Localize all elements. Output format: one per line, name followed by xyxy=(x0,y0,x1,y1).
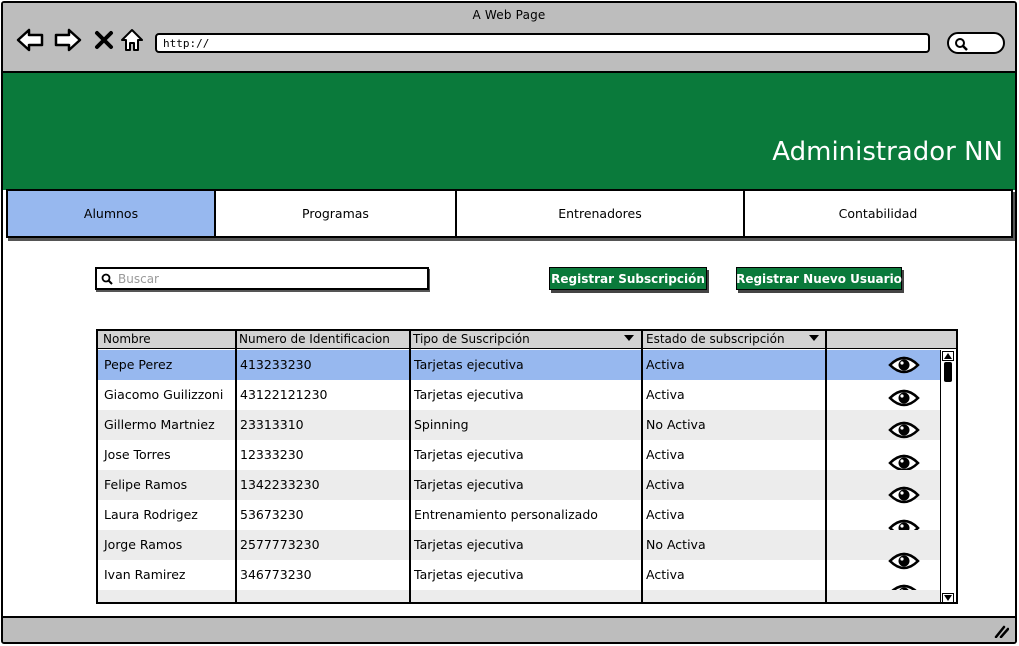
cell-id: 346773230 xyxy=(240,567,312,582)
column-header-id[interactable]: Numero de Identificacion xyxy=(235,331,394,349)
cell-estado: Activa xyxy=(646,387,685,402)
app-header: Administrador NN xyxy=(3,73,1015,190)
tab-programas[interactable]: Programas xyxy=(216,191,457,236)
cell-id: 23313310 xyxy=(240,417,304,432)
scroll-down-icon[interactable] xyxy=(942,593,954,602)
cell-tipo: Tarjetas ejecutiva xyxy=(414,387,524,402)
cell-id: 43122121230 xyxy=(240,387,328,402)
search-icon xyxy=(101,273,113,285)
table-header: Nombre Numero de Identificacion Tipo de … xyxy=(98,331,956,349)
cell-tipo: Tarjetas ejecutiva xyxy=(414,537,524,552)
cell-nombre: Pepe Perez xyxy=(104,357,173,372)
column-divider xyxy=(409,331,411,602)
cell-tipo: Tarjetas ejecutiva xyxy=(414,357,524,372)
tab-alumnos[interactable]: Alumnos xyxy=(8,191,216,236)
table-row[interactable]: Jorge Ramos 2577773230 Tarjetas ejecutiva N… xyxy=(98,530,941,570)
cell-tipo: Tarjetas ejecutiva xyxy=(414,477,524,492)
table-row[interactable]: Giacomo Guilizzoni 43122121230 Tarjetas ej… xyxy=(98,380,941,410)
home-icon[interactable] xyxy=(117,25,147,55)
sort-arrow-icon[interactable] xyxy=(809,335,819,341)
students-table: Nombre Numero de Identificacion Tipo de … xyxy=(96,329,958,604)
cell-estado: Activa xyxy=(646,357,685,372)
eye-icon[interactable] xyxy=(888,354,920,376)
cell-estado: No Activa xyxy=(646,537,706,552)
cell-id: 1342233230 xyxy=(240,477,320,492)
table-row[interactable] xyxy=(98,590,941,602)
tab-contabilidad[interactable]: Contabilidad xyxy=(745,191,1011,236)
sort-arrow-icon[interactable] xyxy=(624,335,634,341)
cell-nombre: Felipe Ramos xyxy=(104,477,188,492)
scroll-up-icon[interactable] xyxy=(942,351,954,361)
column-header-estado[interactable]: Estado de subscripción xyxy=(642,331,789,349)
column-divider xyxy=(825,331,827,602)
search-icon xyxy=(955,38,968,51)
forward-icon[interactable] xyxy=(53,25,83,55)
search-input[interactable] xyxy=(116,270,416,287)
search-field[interactable] xyxy=(95,267,429,290)
cell-id: 12333230 xyxy=(240,447,304,462)
eye-icon[interactable] xyxy=(888,419,920,441)
main-tabs: Alumnos Programas Entrenadores Contabili… xyxy=(6,189,1013,238)
resize-handle-icon[interactable] xyxy=(993,624,1009,638)
cell-estado: No Activa xyxy=(646,417,706,432)
column-divider xyxy=(235,331,237,602)
cell-nombre: Laura Rodrigez xyxy=(104,507,198,522)
address-bar[interactable]: http:// xyxy=(155,33,930,53)
cell-tipo: Entrenamiento personalizado xyxy=(414,507,598,522)
eye-icon[interactable] xyxy=(888,387,920,409)
scrollbar-thumb[interactable] xyxy=(944,362,952,382)
cell-estado: Activa xyxy=(646,507,685,522)
browser-toolbar: A Web Page http:// xyxy=(3,3,1015,73)
cell-id: 2577773230 xyxy=(240,537,320,552)
cell-nombre: Jorge Ramos xyxy=(104,537,183,552)
table-scrollbar[interactable] xyxy=(940,350,956,602)
window-title: A Web Page xyxy=(472,8,546,22)
back-icon[interactable] xyxy=(15,25,45,55)
table-row[interactable]: Felipe Ramos 1342233230 Tarjetas ejecutiva… xyxy=(98,470,941,504)
register-user-button[interactable]: Registrar Nuevo Usuario xyxy=(736,267,902,290)
browser-search-field[interactable] xyxy=(947,32,1005,54)
column-divider xyxy=(641,331,643,602)
status-bar xyxy=(3,616,1015,642)
column-header-tipo[interactable]: Tipo de Suscripción xyxy=(409,331,534,349)
cell-id: 53673230 xyxy=(240,507,304,522)
table-row[interactable]: Jose Torres 12333230 Tarjetas ejecutiva Act… xyxy=(98,440,941,472)
page-title: Administrador NN xyxy=(772,137,1003,167)
table-row[interactable]: Laura Rodrigez 53673230 Entrenamiento pers… xyxy=(98,500,941,537)
cell-estado: Activa xyxy=(646,447,685,462)
register-subscription-button[interactable]: Registrar Subscripción xyxy=(549,267,707,290)
table-row[interactable]: Pepe Perez 413233230 Tarjetas ejecutiva Act… xyxy=(98,350,941,380)
cell-nombre: Gillermo Martniez xyxy=(104,417,215,432)
table-row[interactable]: Gillermo Martniez 23313310 Spinning No Act… xyxy=(98,410,941,440)
browser-window: A Web Page http:// Administrador NN Alum… xyxy=(1,1,1017,644)
cell-tipo: Tarjetas ejecutiva xyxy=(414,447,524,462)
cell-estado: Activa xyxy=(646,567,685,582)
column-header-nombre[interactable]: Nombre xyxy=(99,331,155,349)
tab-entrenadores[interactable]: Entrenadores xyxy=(457,191,745,236)
cell-nombre: Giacomo Guilizzoni xyxy=(104,387,224,402)
close-icon[interactable] xyxy=(89,25,119,55)
cell-nombre: Jose Torres xyxy=(104,447,171,462)
cell-estado: Activa xyxy=(646,477,685,492)
table-row[interactable]: Ivan Ramirez 346773230 Tarjetas ejecutiva… xyxy=(98,560,941,602)
cell-tipo: Spinning xyxy=(414,417,469,432)
cell-tipo: Tarjetas ejecutiva xyxy=(414,567,524,582)
cell-nombre: Ivan Ramirez xyxy=(104,567,186,582)
cell-id: 413233230 xyxy=(240,357,312,372)
